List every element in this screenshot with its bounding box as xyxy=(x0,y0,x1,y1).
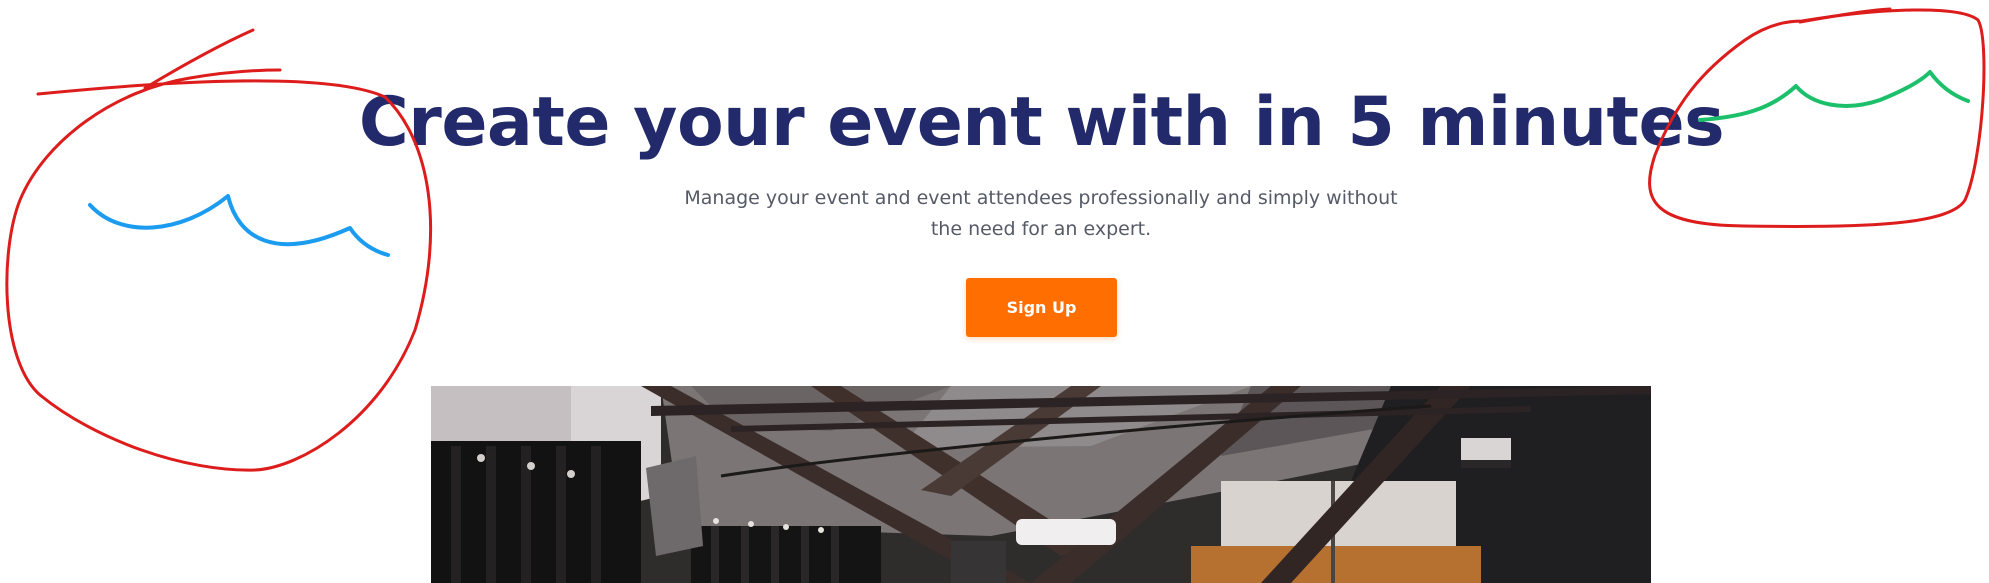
hero-section: Create your event with in 5 minutes Mana… xyxy=(0,0,1989,583)
page: Create your event with in 5 minutes Mana… xyxy=(0,0,1989,583)
sign-up-button[interactable]: Sign Up xyxy=(966,278,1117,337)
hero-title: Create your event with in 5 minutes xyxy=(358,83,1725,162)
hero-subtitle: Manage your event and event attendees pr… xyxy=(684,187,1398,240)
event-venue-photo xyxy=(431,386,1651,583)
event-venue-image xyxy=(431,386,1651,583)
